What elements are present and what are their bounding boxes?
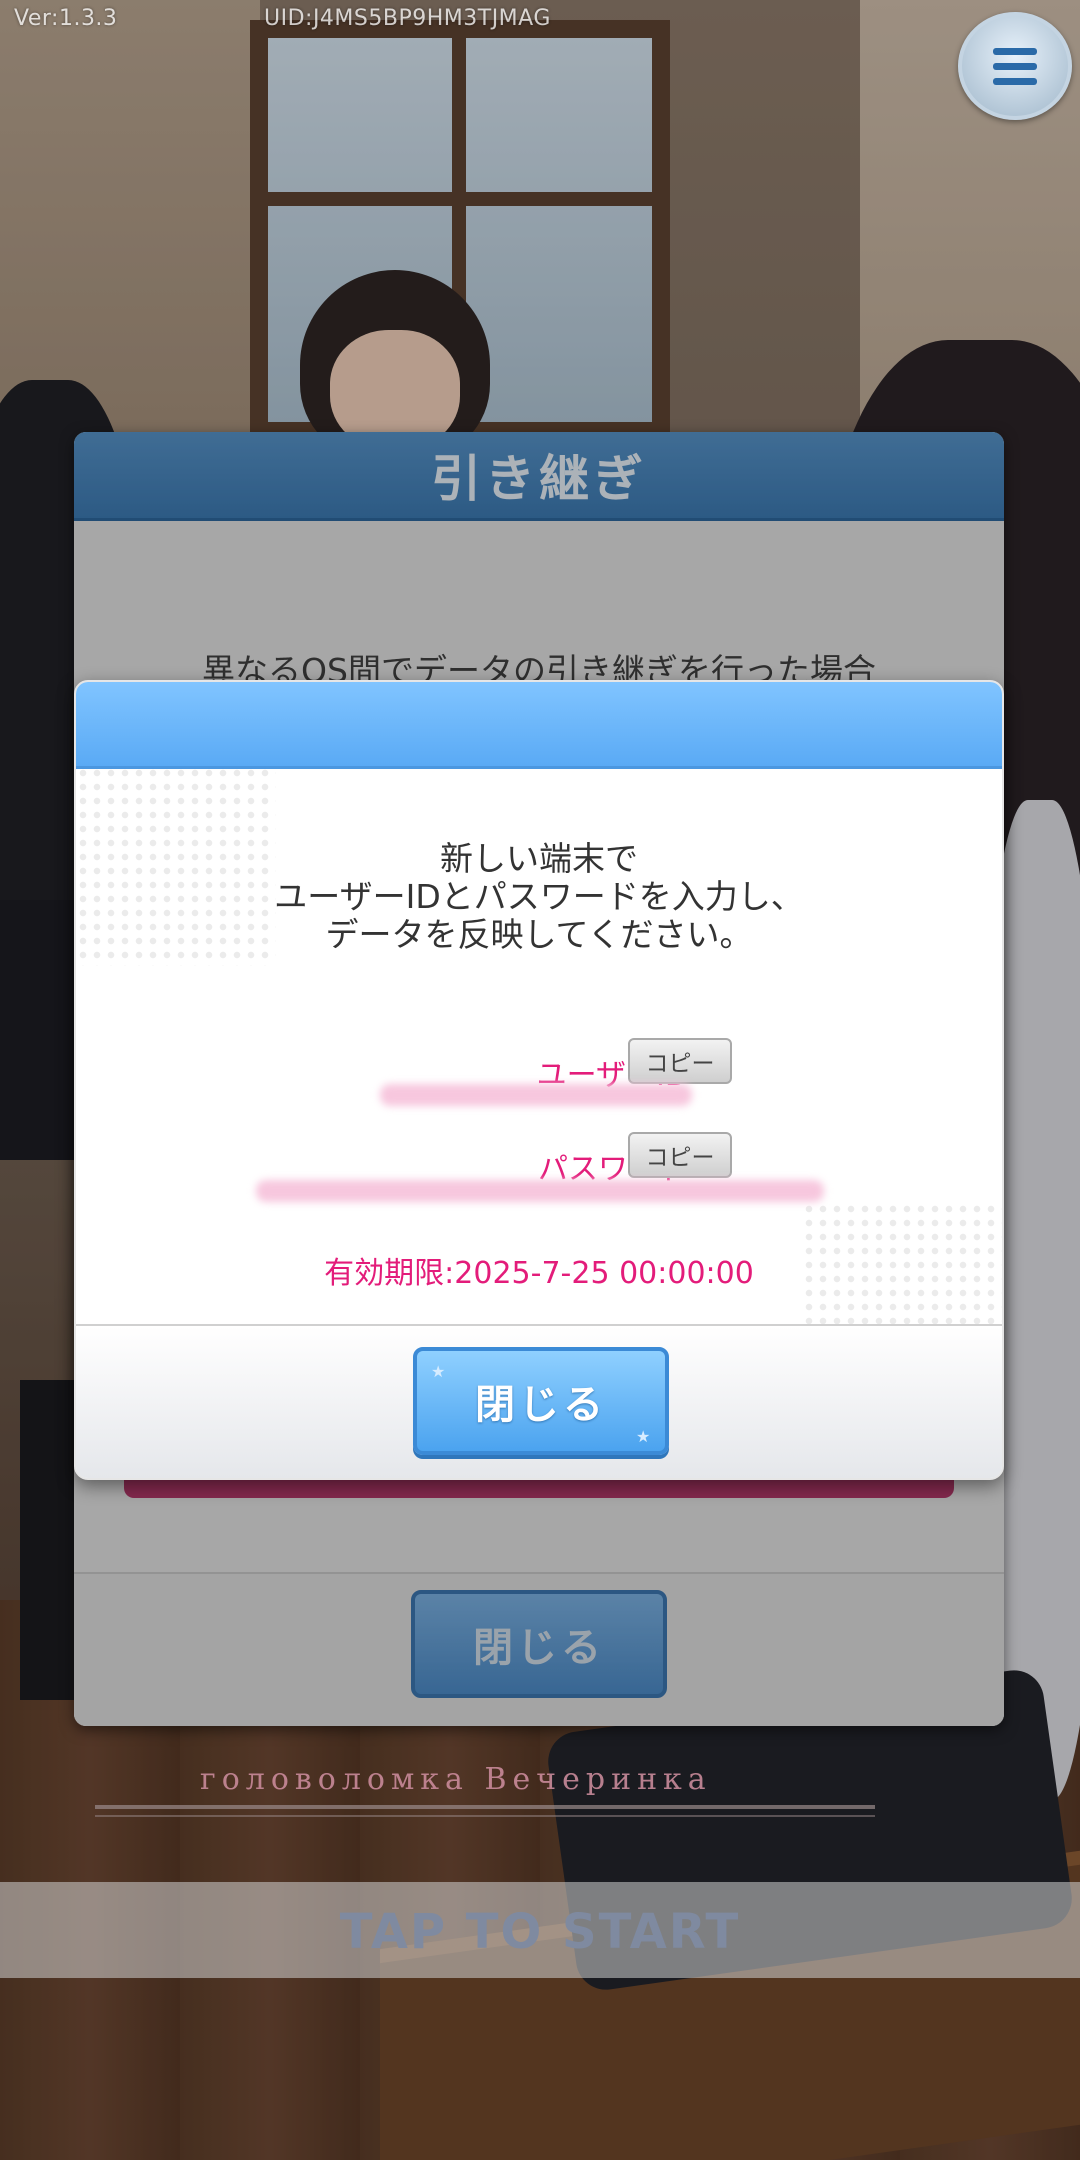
credentials-dialog-header (76, 682, 1002, 769)
credentials-message: 新しい端末で ユーザーIDとパスワードを入力し、 データを反映してください。 (76, 840, 1002, 954)
sparkle-icon: ★ (431, 1362, 446, 1381)
copy-password-button[interactable]: コピー (628, 1132, 732, 1178)
credentials-message-line-1: 新しい端末で (440, 839, 638, 878)
hamburger-menu-icon (993, 44, 1037, 89)
credentials-message-line-2: ユーザーIDとパスワードを入力し、 (274, 877, 804, 916)
logo-underline-thin (95, 1815, 875, 1817)
menu-button[interactable] (958, 12, 1072, 120)
copy-user-id-button[interactable]: コピー (628, 1038, 732, 1084)
expiry-date: 有効期限:2025-7-25 00:00:00 (324, 1256, 754, 1291)
uid-label: UID:J4MS5BP9HM3TJMAG (264, 6, 551, 31)
password-value-redacted (256, 1180, 824, 1202)
logo-underline (95, 1805, 875, 1809)
credentials-dialog-close-button[interactable]: 閉じる (413, 1347, 669, 1455)
version-label: Ver:1.3.3 (14, 6, 118, 31)
logo-subtitle: головоломка Вечеринка (200, 1762, 712, 1797)
credentials-dialog: 新しい端末で ユーザーIDとパスワードを入力し、 データを反映してください。 ユ… (74, 680, 1004, 1480)
tap-to-start-label[interactable]: TAP TO START (0, 1904, 1080, 1960)
credentials-message-line-3: データを反映してください。 (325, 915, 753, 954)
user-id-value-redacted (380, 1084, 692, 1106)
sparkle-icon: ★ (636, 1427, 651, 1446)
